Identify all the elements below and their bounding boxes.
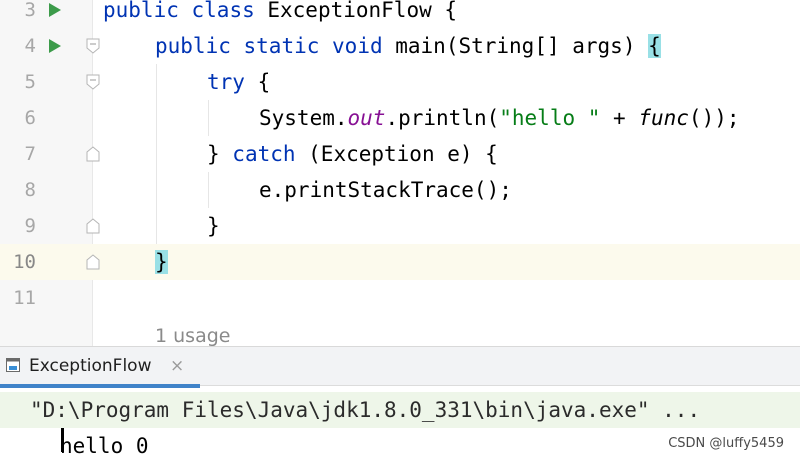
line-number: 6 [24,107,36,129]
run-class-icon[interactable] [49,3,61,17]
console-command-line[interactable]: "D:\Program Files\Java\jdk1.8.0_331\bin\… [0,392,800,428]
watermark: CSDN @luffy5459 [668,436,784,451]
code-text: System.out.println("hello " + func()); [259,106,740,130]
code-text: public static void main(String[] args) { [155,34,661,58]
code-line-8[interactable]: 8 e.printStackTrace(); [0,172,800,208]
line-number: 3 [24,0,36,21]
line-number: 5 [24,71,36,93]
tab-label: ExceptionFlow [29,356,152,376]
close-icon[interactable]: × [170,356,184,376]
matched-brace: } [155,250,168,274]
usage-hint[interactable]: 1 usage [155,318,230,346]
line-number: 10 [13,251,36,273]
fold-collapse-icon[interactable] [86,74,100,90]
run-method-icon[interactable] [49,39,61,53]
console-tab-icon [6,358,20,372]
fold-end-icon[interactable] [86,218,100,234]
code-line-9[interactable]: 9 } [0,208,800,244]
run-tab-bar: ExceptionFlow × [0,346,800,388]
code-text: public class ExceptionFlow { [103,0,458,22]
text-caret [61,428,64,452]
code-editor[interactable]: 3 public class ExceptionFlow { 4 public … [0,0,800,346]
code-line-11[interactable]: 11 [0,280,800,316]
line-number: 11 [13,287,36,309]
fold-end-icon[interactable] [86,254,100,270]
code-text: } [155,244,168,280]
code-text: } catch (Exception e) { [207,142,498,166]
code-text: } [207,214,220,238]
line-number: 7 [24,143,36,165]
code-line-6[interactable]: 6 System.out.println("hello " + func()); [0,100,800,136]
code-line-3[interactable]: 3 public class ExceptionFlow { [0,0,800,28]
fold-end-icon[interactable] [86,146,100,162]
line-number: 8 [24,179,36,201]
code-line-5[interactable]: 5 try { [0,64,800,100]
code-line-10[interactable]: 10 } [0,244,800,280]
active-tab-indicator [0,384,200,388]
code-text: e.printStackTrace(); [259,178,512,202]
matched-brace: { [648,34,661,58]
line-number: 4 [24,35,36,57]
tab-exceptionflow[interactable]: ExceptionFlow × [0,347,200,388]
code-line-7[interactable]: 7 } catch (Exception e) { [0,136,800,172]
fold-collapse-icon[interactable] [86,38,100,54]
run-panel: ExceptionFlow × "D:\Program Files\Java\j… [0,346,800,459]
code-text: try { [207,70,271,94]
code-line-4[interactable]: 4 public static void main(String[] args)… [0,28,800,64]
line-number: 9 [24,215,36,237]
